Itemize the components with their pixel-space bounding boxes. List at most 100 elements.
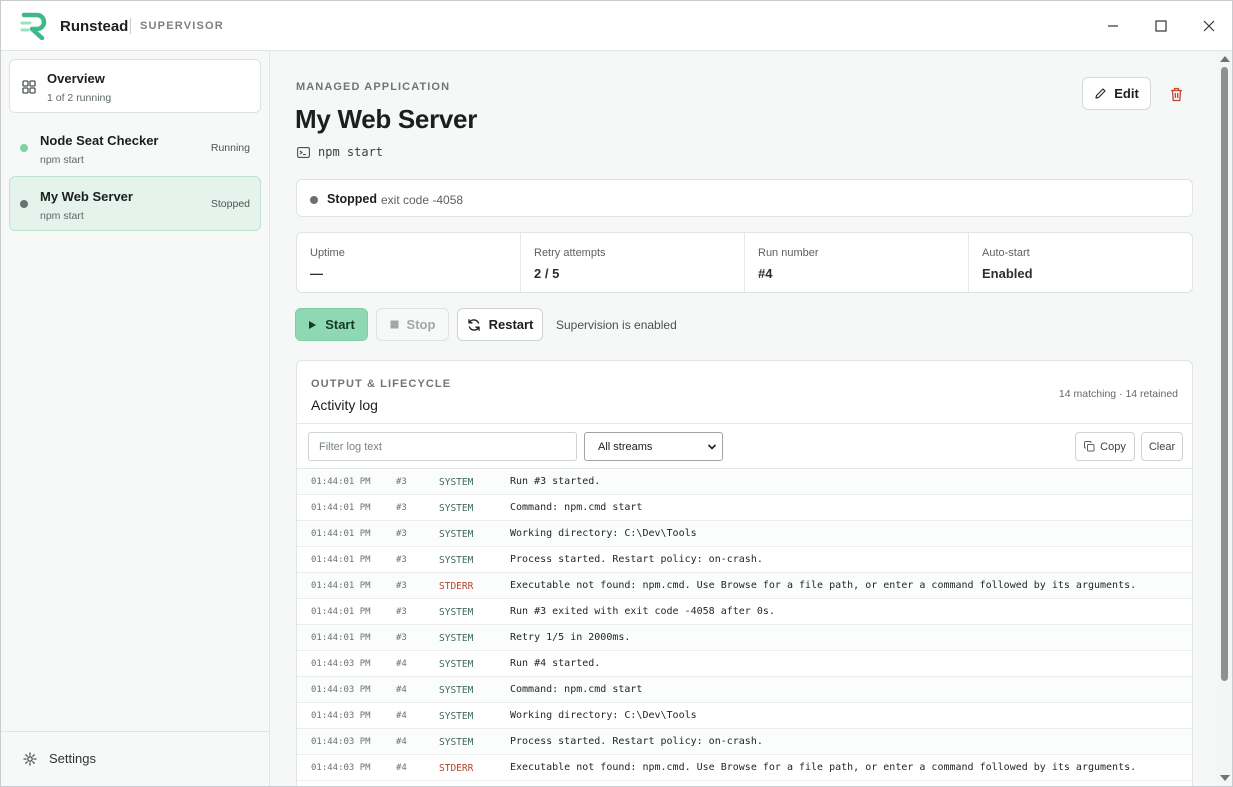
delete-button[interactable] xyxy=(1164,81,1188,107)
log-stream: SYSTEM xyxy=(439,659,474,670)
page-title: My Web Server xyxy=(295,104,478,134)
pencil-icon xyxy=(1095,88,1106,99)
gear-icon xyxy=(23,751,37,766)
runstead-logo-icon xyxy=(20,12,47,40)
stop-icon xyxy=(390,320,399,329)
log-timestamp: 01:44:03 PM xyxy=(311,737,371,747)
sidebar-item-my-web-server[interactable]: My Web Server npm start Stopped xyxy=(9,176,261,231)
divider xyxy=(297,423,1192,424)
stopped-status-dot xyxy=(20,200,28,208)
log-timestamp: 01:44:03 PM xyxy=(311,763,371,773)
stat-label: Retry attempts xyxy=(534,247,606,259)
clear-label: Clear xyxy=(1148,440,1176,453)
copy-button[interactable]: Copy xyxy=(1075,432,1135,461)
stat-value: — xyxy=(310,266,323,281)
restart-button[interactable]: Restart xyxy=(457,308,543,341)
log-timestamp: 01:44:01 PM xyxy=(311,503,371,513)
log-row: 01:44:01 PM #3 SYSTEM Command: npm.cmd star… xyxy=(297,495,1192,521)
sidebar-item-node-seat-checker[interactable]: Node Seat Checker npm start Running xyxy=(9,120,261,175)
app-subtitle: SUPERVISOR xyxy=(140,20,224,32)
scroll-up-arrow-icon[interactable] xyxy=(1220,56,1230,62)
sidebar-item-label: My Web Server xyxy=(40,189,133,204)
overview-title: Overview xyxy=(47,71,105,86)
settings-label: Settings xyxy=(49,751,96,766)
scrollbar[interactable] xyxy=(1217,51,1232,786)
stat-label: Uptime xyxy=(310,247,345,259)
stream-select-value: All streams xyxy=(598,440,653,453)
log-timestamp: 01:44:01 PM xyxy=(311,607,371,617)
sidebar-item-overview[interactable]: Overview 1 of 2 running xyxy=(9,59,261,113)
minimize-button[interactable] xyxy=(1097,10,1129,42)
maximize-button[interactable] xyxy=(1145,10,1177,42)
supervision-status-text: Supervision is enabled xyxy=(556,318,677,332)
edit-button[interactable]: Edit xyxy=(1082,77,1151,110)
running-status-dot xyxy=(20,144,28,152)
log-stream: SYSTEM xyxy=(439,633,474,644)
clear-button[interactable]: Clear xyxy=(1141,432,1183,461)
copy-label: Copy xyxy=(1100,440,1126,453)
scroll-thumb[interactable] xyxy=(1221,67,1228,681)
log-row: 01:44:03 PM #4 SYSTEM Command: npm.cmd star… xyxy=(297,677,1192,703)
start-button[interactable]: Start xyxy=(295,308,368,341)
log-message: Command: npm.cmd start xyxy=(510,502,643,513)
scroll-down-arrow-icon[interactable] xyxy=(1220,775,1230,781)
log-stream: SYSTEM xyxy=(439,711,474,722)
log-run-number: #3 xyxy=(396,555,407,565)
close-icon xyxy=(1203,20,1215,32)
close-window-button[interactable] xyxy=(1193,10,1225,42)
log-title: Activity log xyxy=(311,397,378,413)
sidebar-item-status: Running xyxy=(210,142,250,154)
log-stream: SYSTEM xyxy=(439,685,474,696)
log-stream: STDERR xyxy=(439,581,474,592)
section-eyebrow: MANAGED APPLICATION xyxy=(296,81,451,93)
stat-value: 2 / 5 xyxy=(534,266,560,281)
log-run-number: #3 xyxy=(396,529,407,539)
log-timestamp: 01:44:01 PM xyxy=(311,633,371,643)
edit-label: Edit xyxy=(1114,86,1139,101)
minimize-icon xyxy=(1108,25,1118,27)
log-row: 01:44:01 PM #3 STDERR Executable not found:… xyxy=(297,573,1192,599)
log-run-number: #3 xyxy=(396,477,407,487)
log-row: 01:44:03 PM #4 SYSTEM Run #4 started. xyxy=(297,651,1192,677)
log-row: 01:44:01 PM #3 SYSTEM Run #3 exited with ex… xyxy=(297,599,1192,625)
sidebar-item-status: Stopped xyxy=(210,198,250,210)
start-label: Start xyxy=(325,317,355,332)
restart-icon xyxy=(467,318,480,331)
stat-uptime: Uptime — xyxy=(297,233,521,292)
log-row: 01:44:03 PM #4 SYSTEM Process started. Rest… xyxy=(297,729,1192,755)
overview-subtitle: 1 of 2 running xyxy=(47,92,112,104)
log-run-number: #4 xyxy=(396,711,407,721)
title-bar: Runstead SUPERVISOR xyxy=(1,1,1232,51)
log-message: Executable not found: npm.cmd. Use Brows… xyxy=(510,580,1137,591)
stop-button[interactable]: Stop xyxy=(376,308,449,341)
log-run-number: #4 xyxy=(396,763,407,773)
log-run-number: #3 xyxy=(396,633,407,643)
log-timestamp: 01:44:01 PM xyxy=(311,555,371,565)
log-run-number: #4 xyxy=(396,685,407,695)
log-message: Working directory: C:\Dev\Tools xyxy=(510,528,697,539)
title-separator xyxy=(130,18,131,34)
log-timestamp: 01:44:03 PM xyxy=(311,711,371,721)
log-filter-input[interactable] xyxy=(308,432,577,461)
stat-auto-start: Auto-start Enabled xyxy=(969,233,1192,292)
log-stream: SYSTEM xyxy=(439,477,474,488)
settings-button[interactable]: Settings xyxy=(23,751,96,766)
log-eyebrow: OUTPUT & LIFECYCLE xyxy=(311,378,452,390)
log-message: Working directory: C:\Dev\Tools xyxy=(510,710,697,721)
log-stream: SYSTEM xyxy=(439,529,474,540)
log-row: 01:44:03 PM #4 STDERR Executable not found:… xyxy=(297,755,1192,781)
trash-icon xyxy=(1170,87,1182,101)
stat-value: #4 xyxy=(758,266,773,281)
log-message: Process started. Restart policy: on-cras… xyxy=(510,736,763,747)
sidebar-divider xyxy=(1,731,269,732)
log-message: Run #3 started. xyxy=(510,476,601,487)
log-message: Run #4 started. xyxy=(510,658,601,669)
chevron-down-icon xyxy=(707,444,717,450)
status-card: Stopped exit code -4058 xyxy=(296,179,1193,217)
log-row: 01:44:01 PM #3 SYSTEM Process started. Rest… xyxy=(297,547,1192,573)
log-row: 01:44:03 PM #4 SYSTEM Working directory: C:… xyxy=(297,703,1192,729)
log-run-number: #4 xyxy=(396,737,407,747)
stream-select[interactable]: All streams xyxy=(584,432,723,461)
log-stream: SYSTEM xyxy=(439,607,474,618)
log-timestamp: 01:44:01 PM xyxy=(311,477,371,487)
